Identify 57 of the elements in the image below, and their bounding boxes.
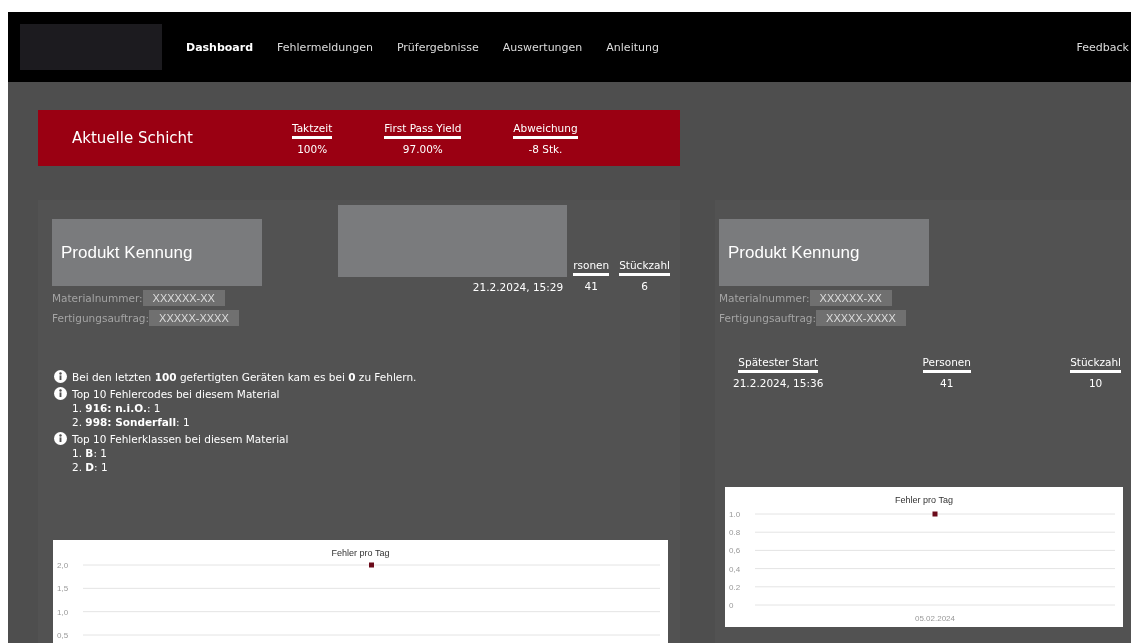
metric-value: 97.00% [402, 142, 443, 155]
list-item: 2. 998: Sonderfall: 1 [71, 416, 191, 428]
axis-tick-label: 0,4 [729, 564, 741, 574]
axis-tick-label: 1.0 [729, 510, 741, 519]
column-header: rsonen [573, 259, 610, 276]
column-header: Stückzahl [619, 259, 670, 276]
field-value: XXXXX-XXXX [149, 310, 239, 326]
field-label: Materialnummer: [52, 292, 143, 304]
axis-tick-label: 05.02.2024 [915, 614, 955, 623]
table-cell: 6 [641, 280, 648, 292]
axis-tick-label: 0.2 [729, 582, 741, 592]
column-header: Personen [922, 356, 971, 373]
axis-tick-label: 0.8 [729, 528, 741, 538]
product-label: Produkt Kennung [719, 219, 929, 286]
field-value: XXXXXX-XX [809, 290, 892, 306]
metric-value: 100% [297, 142, 328, 155]
chart-title: Fehler pro Tag [895, 495, 953, 505]
list-item: 1. B: 1 [71, 447, 108, 459]
banner-title: Aktuelle Schicht [72, 129, 194, 147]
table-cell: 41 [940, 377, 954, 389]
info-text: Bei den letzten 100 gefertigten Geräten kam es bei 0 zu Fehlern. [72, 370, 417, 383]
field-value: XXXXXX-XX [142, 290, 225, 306]
column-header: Stückzahl [1070, 356, 1121, 373]
info-text: Top 10 Fehlercodes bei diesem Material [72, 387, 280, 400]
table-cell: 21.2.2024, 15:29 [472, 281, 564, 293]
nav-link[interactable]: Anleitung [594, 40, 671, 54]
nav-link[interactable]: Dashboard [174, 40, 266, 54]
table-cell: 21.2.2024, 15:36 [733, 377, 824, 389]
column-header: Spätester Start [738, 356, 819, 373]
info-icon [54, 387, 67, 400]
info-icon [54, 370, 67, 383]
axis-tick-label: 0,5 [57, 631, 69, 640]
product-label: Produkt Kennung [52, 219, 262, 286]
nav-link[interactable]: Prüfergebnisse [384, 40, 491, 54]
feedback-link[interactable]: Feedback [1076, 40, 1131, 54]
metric-label: Abweichung [513, 121, 578, 139]
nav-link[interactable]: Fehlermeldungen [265, 40, 385, 54]
list-item: 1. 916: n.i.O.: 1 [71, 402, 162, 414]
metric-value: -8 Stk. [528, 142, 563, 155]
field-label: Fertigungsauftrag: [52, 312, 150, 324]
chart-title: Fehler pro Tag [331, 548, 390, 558]
nav-link[interactable]: Auswertungen [490, 40, 595, 54]
field-label: Materialnummer: [719, 292, 810, 304]
axis-tick-label: 0 [729, 601, 734, 610]
info-icon [54, 432, 67, 445]
axis-tick-label: 0,6 [729, 546, 741, 556]
axis-tick-label: 2,0 [57, 561, 69, 570]
table-cell: 41 [584, 280, 598, 292]
info-text: Top 10 Fehlerklassen bei diesem Material [72, 432, 289, 445]
field-value: XXXXX-XXXX [816, 310, 906, 326]
metric-label: First Pass Yield [384, 121, 462, 139]
list-item: 2. D: 1 [71, 461, 109, 473]
metric-label: Taktzeit [292, 121, 333, 139]
table-cell: 10 [1088, 377, 1103, 389]
axis-tick-label: 1,5 [57, 584, 69, 594]
axis-tick-label: 1,0 [57, 607, 69, 617]
field-label: Fertigungsauftrag: [719, 312, 817, 324]
